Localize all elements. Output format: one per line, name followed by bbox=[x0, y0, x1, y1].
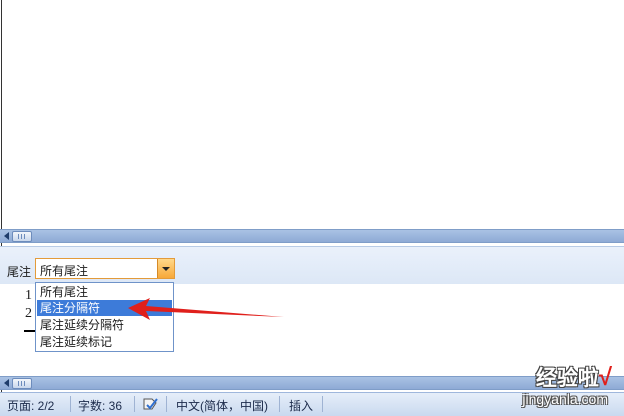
status-divider bbox=[322, 396, 323, 412]
notes-type-combobox[interactable]: 所有尾注 bbox=[35, 258, 175, 279]
notes-pane-header: 尾注 所有尾注 bbox=[0, 246, 624, 285]
site-watermark: 经验啦√ jingyanla.com bbox=[482, 362, 612, 414]
document-area[interactable] bbox=[0, 0, 624, 229]
scroll-left-arrow-icon[interactable] bbox=[4, 379, 9, 387]
dropdown-option-continuation-notice[interactable]: 尾注延续标记 bbox=[37, 334, 172, 350]
scroll-left-arrow-icon[interactable] bbox=[4, 232, 9, 240]
watermark-url: jingyanla.com bbox=[522, 391, 608, 407]
insert-mode-indicator[interactable]: 插入 bbox=[289, 397, 313, 414]
page-indicator[interactable]: 页面: 2/2 bbox=[7, 397, 54, 414]
notes-type-label: 尾注 bbox=[7, 265, 32, 279]
status-divider bbox=[134, 396, 135, 412]
horizontal-scrollbar-top[interactable] bbox=[0, 229, 624, 243]
status-divider bbox=[279, 396, 280, 412]
red-arrow-annotation bbox=[128, 298, 284, 320]
scroll-thumb[interactable] bbox=[12, 231, 32, 242]
language-indicator[interactable]: 中文(简体，中国) bbox=[176, 397, 268, 414]
status-divider bbox=[70, 396, 71, 412]
status-divider bbox=[166, 396, 167, 412]
word-count[interactable]: 字数: 36 bbox=[78, 397, 122, 414]
combo-value: 所有尾注 bbox=[40, 264, 89, 278]
watermark-main-text: 经验啦√ bbox=[535, 364, 612, 391]
dropdown-arrow-icon[interactable] bbox=[157, 259, 174, 278]
endnote-number: 1 bbox=[25, 288, 32, 303]
proofing-icon[interactable] bbox=[142, 396, 160, 412]
scroll-thumb[interactable] bbox=[12, 378, 32, 389]
endnote-number: 2 bbox=[25, 306, 32, 321]
watermark-check-mark: √ bbox=[598, 364, 612, 391]
